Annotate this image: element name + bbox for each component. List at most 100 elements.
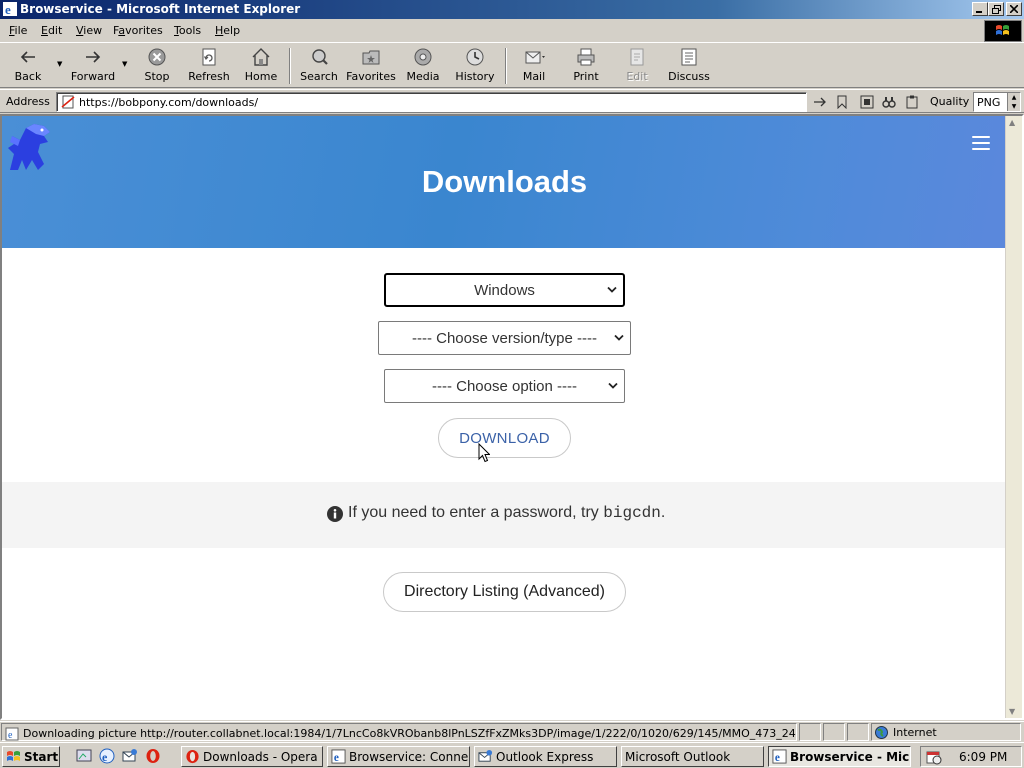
taskbar-item-microsoft-outlook[interactable]: Microsoft Outlook bbox=[621, 746, 764, 767]
discuss-button[interactable]: Discuss bbox=[668, 46, 710, 86]
back-dropdown-icon[interactable]: ▼ bbox=[57, 60, 62, 68]
printer-icon bbox=[577, 48, 595, 66]
restore-button[interactable] bbox=[988, 2, 1004, 16]
menu-edit[interactable]: Edit bbox=[41, 24, 62, 37]
taskbar-item-label: Browservice - Mic... bbox=[790, 749, 911, 764]
taskbar-item-browservice-ie[interactable]: e Browservice - Mic... bbox=[768, 746, 911, 767]
info-icon bbox=[327, 506, 343, 522]
toolbar-separator bbox=[505, 48, 507, 84]
notice-suffix: . bbox=[660, 504, 666, 521]
mail-button[interactable]: Mail bbox=[517, 46, 551, 86]
clock[interactable]: 6:09 PM bbox=[959, 750, 1007, 764]
chevron-down-icon bbox=[614, 334, 624, 341]
windows-flag-icon bbox=[7, 750, 20, 761]
vertical-scrollbar[interactable]: ▲ ▼ bbox=[1005, 116, 1022, 718]
find-button[interactable] bbox=[880, 93, 898, 111]
forward-dropdown-icon[interactable]: ▼ bbox=[122, 60, 127, 68]
mail-label: Mail bbox=[522, 70, 546, 83]
close-button[interactable] bbox=[1006, 2, 1022, 16]
edit-button[interactable]: Edit bbox=[622, 46, 652, 86]
back-label: Back bbox=[14, 70, 42, 83]
history-button[interactable]: History bbox=[455, 46, 495, 86]
hamburger-menu-icon[interactable] bbox=[972, 136, 990, 150]
menu-view[interactable]: View bbox=[76, 24, 102, 37]
taskbar-item-label: Microsoft Outlook bbox=[625, 749, 731, 764]
globe-icon bbox=[875, 726, 888, 739]
bookmark-button[interactable] bbox=[833, 93, 851, 111]
scheduler-icon[interactable] bbox=[926, 749, 942, 765]
status-pane bbox=[799, 723, 821, 741]
option-select-value: ---- Choose option ---- bbox=[431, 377, 578, 395]
go-arrow-button[interactable] bbox=[811, 93, 829, 111]
stop-button[interactable]: Stop bbox=[142, 46, 172, 86]
taskbar: Start e Downloads - Opera e Browservice:… bbox=[0, 742, 1024, 768]
opera-launch-icon[interactable] bbox=[145, 748, 161, 764]
menu-favorites[interactable]: Favorites bbox=[113, 24, 163, 37]
clipboard-button[interactable] bbox=[903, 93, 921, 111]
start-button[interactable]: Start bbox=[2, 746, 60, 767]
notice-prefix: If you need to enter a password, try bbox=[348, 504, 599, 521]
spinner-arrows-icon[interactable]: ▲ ▼ bbox=[1007, 93, 1020, 111]
menu-tools[interactable]: Tools bbox=[174, 24, 201, 37]
title-bar: e Browservice - Microsoft Internet Explo… bbox=[0, 0, 1024, 19]
taskbar-item-outlook-express[interactable]: Outlook Express bbox=[474, 746, 617, 767]
media-label: Media bbox=[406, 70, 440, 83]
show-desktop-icon[interactable] bbox=[76, 748, 92, 764]
taskbar-item-opera[interactable]: Downloads - Opera bbox=[181, 746, 323, 767]
close-icon bbox=[1010, 5, 1018, 13]
svg-text:e: e bbox=[102, 750, 108, 764]
scroll-up-icon[interactable]: ▲ bbox=[1009, 118, 1015, 127]
media-button[interactable]: Media bbox=[406, 46, 440, 86]
refresh-button[interactable]: Refresh bbox=[188, 46, 230, 86]
restore-icon bbox=[991, 4, 1001, 14]
directory-listing-button[interactable]: Directory Listing (Advanced) bbox=[383, 572, 626, 612]
go-arrow-icon bbox=[814, 97, 826, 107]
scroll-down-icon[interactable]: ▼ bbox=[1009, 707, 1015, 716]
binoculars-icon bbox=[882, 97, 896, 108]
os-select[interactable]: Windows bbox=[384, 273, 625, 307]
chevron-down-icon bbox=[608, 382, 618, 389]
svg-text:e: e bbox=[334, 752, 339, 764]
quality-spinner[interactable]: PNG ▲ ▼ bbox=[973, 92, 1021, 112]
ie-launch-icon[interactable]: e bbox=[99, 748, 115, 764]
discuss-icon bbox=[681, 48, 697, 66]
home-button[interactable]: Home bbox=[244, 46, 278, 86]
status-pane bbox=[847, 723, 869, 741]
menu-help[interactable]: Help bbox=[215, 24, 240, 37]
address-input[interactable]: https://bobpony.com/downloads/ bbox=[56, 92, 807, 112]
svg-text:e: e bbox=[8, 730, 13, 741]
stop-icon bbox=[148, 48, 166, 66]
version-select[interactable]: ---- Choose version/type ---- bbox=[378, 321, 631, 355]
os-select-value: Windows bbox=[474, 281, 535, 299]
edit-page-icon bbox=[630, 48, 644, 66]
taskbar-item-browservice-connect[interactable]: e Browservice: Conne... bbox=[327, 746, 470, 767]
history-icon bbox=[466, 48, 484, 66]
toolbar-separator bbox=[289, 48, 291, 84]
back-button[interactable]: Back bbox=[10, 46, 46, 86]
minimize-button[interactable] bbox=[972, 2, 988, 16]
option-select[interactable]: ---- Choose option ---- bbox=[384, 369, 625, 403]
bookmark-icon bbox=[837, 95, 847, 109]
taskbar-item-label: Outlook Express bbox=[496, 749, 594, 764]
windows-flag-icon bbox=[992, 22, 1014, 40]
notice-text: If you need to enter a password, try big… bbox=[348, 504, 665, 522]
forward-arrow-icon bbox=[86, 51, 101, 63]
menu-file[interactable]: File bbox=[9, 24, 27, 37]
taskbar-item-label: Downloads - Opera bbox=[203, 749, 318, 764]
zoom-button[interactable] bbox=[858, 93, 876, 111]
download-button[interactable]: DOWNLOAD bbox=[438, 418, 571, 458]
refresh-icon bbox=[202, 48, 216, 66]
outlook-express-launch-icon[interactable] bbox=[122, 748, 138, 764]
media-icon bbox=[414, 48, 432, 66]
standard-toolbar: Back ▼ Forward ▼ Stop Refresh Home Searc… bbox=[0, 44, 1024, 88]
forward-button[interactable]: Forward bbox=[70, 46, 116, 86]
status-text: Downloading picture http://router.collab… bbox=[23, 727, 796, 740]
print-button[interactable]: Print bbox=[569, 46, 603, 86]
address-url: https://bobpony.com/downloads/ bbox=[79, 96, 259, 109]
search-button[interactable]: Search bbox=[300, 46, 338, 86]
mouse-cursor-icon bbox=[478, 443, 490, 463]
favorites-button[interactable]: Favorites bbox=[346, 46, 396, 86]
address-bar: Address https://bobpony.com/downloads/ Q… bbox=[0, 89, 1024, 113]
edit-label: Edit bbox=[626, 70, 648, 83]
site-logo-icon[interactable] bbox=[4, 120, 52, 170]
